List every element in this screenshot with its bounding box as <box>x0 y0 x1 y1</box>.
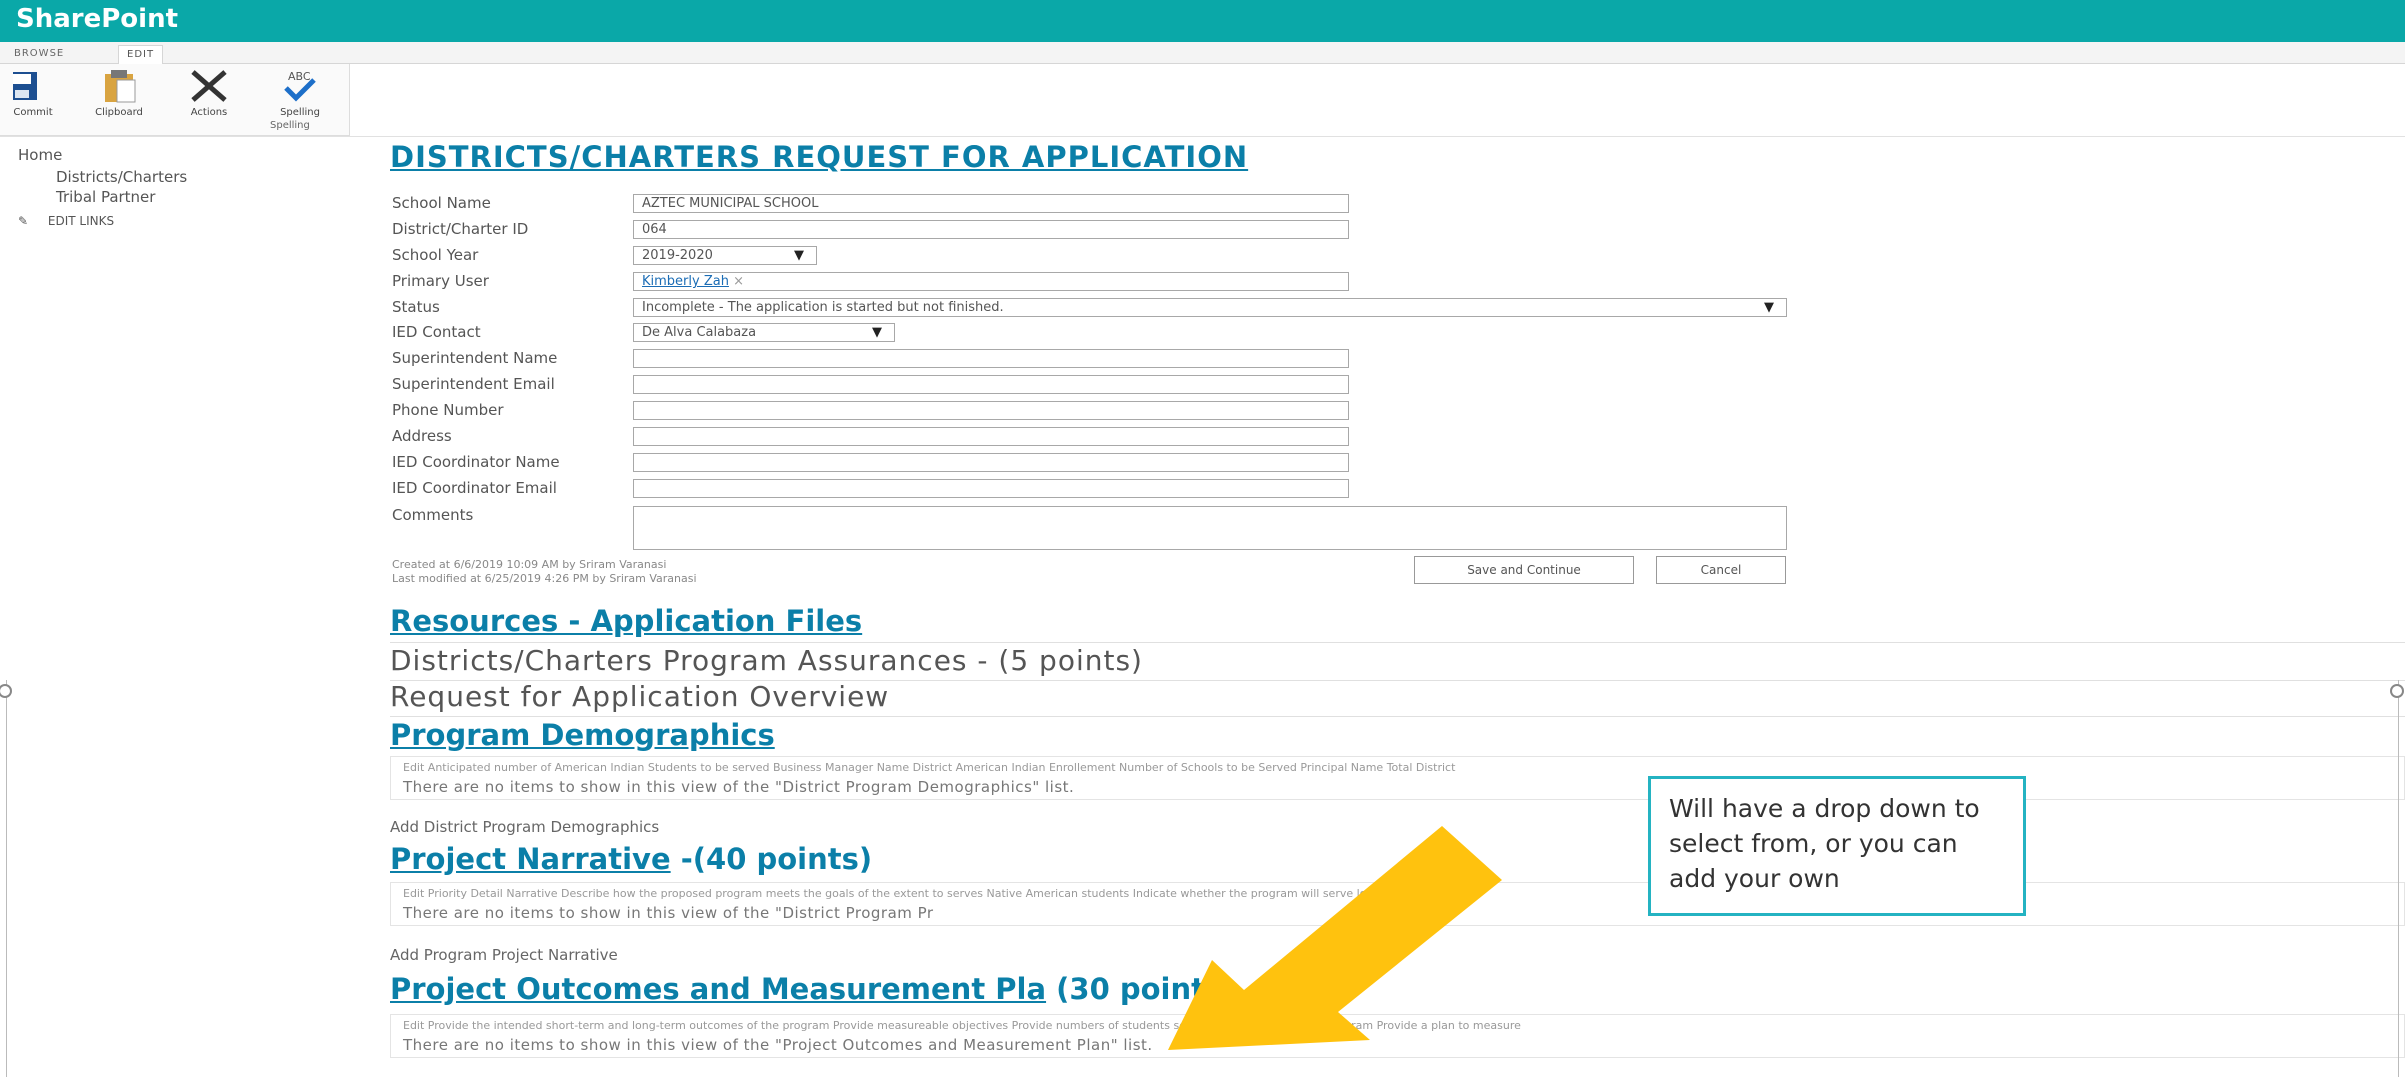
frame-edge-right <box>2398 680 2399 1077</box>
school-year-select[interactable]: 2019-2020 <box>633 246 817 265</box>
pencil-icon: ✎ <box>18 214 29 228</box>
school-name-input[interactable]: AZTEC MUNICIPAL SCHOOL <box>633 194 1349 213</box>
clipboard-icon <box>105 70 136 103</box>
list-empty-message: There are no items to show in this view … <box>403 1036 1153 1054</box>
label-superintendent-email: Superintendent Email <box>392 375 555 393</box>
label-comments: Comments <box>392 506 474 524</box>
nav-tribal-partner[interactable]: Tribal Partner <box>56 188 155 206</box>
label-coordinator-email: IED Coordinator Email <box>392 479 557 497</box>
save-icon <box>7 72 37 100</box>
demographics-heading[interactable]: Program Demographics <box>390 718 775 752</box>
list-column-headers: Edit Provide the intended short-term and… <box>403 1019 1521 1032</box>
nav-districts-charters[interactable]: Districts/Charters <box>56 168 187 186</box>
ribbon-group-label: Spelling <box>270 120 310 131</box>
primary-user-picker[interactable]: Kimberly Zah × <box>633 272 1349 291</box>
actions-button[interactable]: Actions <box>170 68 248 118</box>
close-x-icon <box>191 70 227 102</box>
add-narrative-link[interactable]: Add Program Project Narrative <box>390 946 618 964</box>
label-coordinator-name: IED Coordinator Name <box>392 453 560 471</box>
ied-contact-select[interactable]: De Alva Calabaza <box>633 323 895 342</box>
created-info: Created at 6/6/2019 10:09 AM by Sriram V… <box>392 558 667 571</box>
status-select[interactable]: Incomplete - The application is started … <box>633 298 1787 317</box>
demographics-list: Edit Anticipated number of American Indi… <box>390 756 2405 800</box>
tab-edit[interactable]: EDIT <box>118 45 164 64</box>
commit-button[interactable]: Commit <box>0 68 66 118</box>
label-primary-user: Primary User <box>392 272 489 290</box>
outcomes-list: Edit Provide the intended short-term and… <box>390 1014 2405 1058</box>
ribbon-divider <box>0 136 2405 137</box>
label-school-year: School Year <box>392 246 479 264</box>
label-school-name: School Name <box>392 194 491 212</box>
label-status: Status <box>392 298 440 316</box>
svg-text:ABC: ABC <box>288 70 311 83</box>
resize-handle-right[interactable] <box>2390 684 2404 698</box>
ribbon-tabs: BROWSE EDIT <box>0 42 2405 64</box>
district-id-input[interactable]: 064 <box>633 220 1349 239</box>
save-and-continue-button[interactable]: Save and Continue <box>1414 556 1634 584</box>
label-address: Address <box>392 427 452 445</box>
callout-box: Will have a drop down to select from, or… <box>1648 776 2026 916</box>
sharepoint-brand[interactable]: SharePoint <box>16 4 178 34</box>
phone-number-input[interactable] <box>633 401 1349 420</box>
remove-user-icon[interactable]: × <box>733 274 744 289</box>
list-empty-message: There are no items to show in this view … <box>403 778 1075 796</box>
spelling-button[interactable]: ABC Spelling <box>258 68 342 118</box>
suite-bar: SharePoint <box>0 0 2405 42</box>
resize-handle-left[interactable] <box>0 684 12 698</box>
label-superintendent-name: Superintendent Name <box>392 349 558 367</box>
edit-links[interactable]: ✎ EDIT LINKS <box>18 214 114 228</box>
label-phone-number: Phone Number <box>392 401 504 419</box>
list-column-headers: Edit Anticipated number of American Indi… <box>403 761 1456 774</box>
clipboard-button[interactable]: Clipboard <box>70 68 168 118</box>
overview-heading[interactable]: Request for Application Overview <box>390 680 889 713</box>
narrative-list: Edit Priority Detail Narrative Describe … <box>390 882 2405 926</box>
narrative-heading[interactable]: Project Narrative -(40 points) <box>390 842 872 876</box>
divider <box>390 642 2405 643</box>
label-ied-contact: IED Contact <box>392 323 481 341</box>
list-column-headers: Edit Priority Detail Narrative Describe … <box>403 887 1420 900</box>
spell-check-icon: ABC <box>284 70 316 102</box>
cancel-button[interactable]: Cancel <box>1656 556 1786 584</box>
add-demographics-link[interactable]: Add District Program Demographics <box>390 818 659 836</box>
coordinator-email-input[interactable] <box>633 479 1349 498</box>
resources-heading[interactable]: Resources - Application Files <box>390 604 862 638</box>
user-token[interactable]: Kimberly Zah <box>642 274 729 289</box>
label-district-id: District/Charter ID <box>392 220 529 238</box>
modified-info: Last modified at 6/25/2019 4:26 PM by Sr… <box>392 572 697 585</box>
assurances-heading[interactable]: Districts/Charters Program Assurances - … <box>390 644 1143 677</box>
nav-home[interactable]: Home <box>18 146 62 164</box>
superintendent-email-input[interactable] <box>633 375 1349 394</box>
list-empty-message: There are no items to show in this view … <box>403 904 934 922</box>
outcomes-heading[interactable]: Project Outcomes and Measurement Pla (30… <box>390 972 1236 1006</box>
coordinator-name-input[interactable] <box>633 453 1349 472</box>
divider <box>390 716 2405 717</box>
ribbon: Commit Clipboard Actions ABC Spelling Sp… <box>0 64 350 136</box>
frame-edge-left <box>6 680 7 1077</box>
page-title: DISTRICTS/CHARTERS REQUEST FOR APPLICATI… <box>390 140 1249 174</box>
address-input[interactable] <box>633 427 1349 446</box>
tab-browse[interactable]: BROWSE <box>6 45 72 64</box>
comments-textarea[interactable] <box>633 506 1787 550</box>
superintendent-name-input[interactable] <box>633 349 1349 368</box>
